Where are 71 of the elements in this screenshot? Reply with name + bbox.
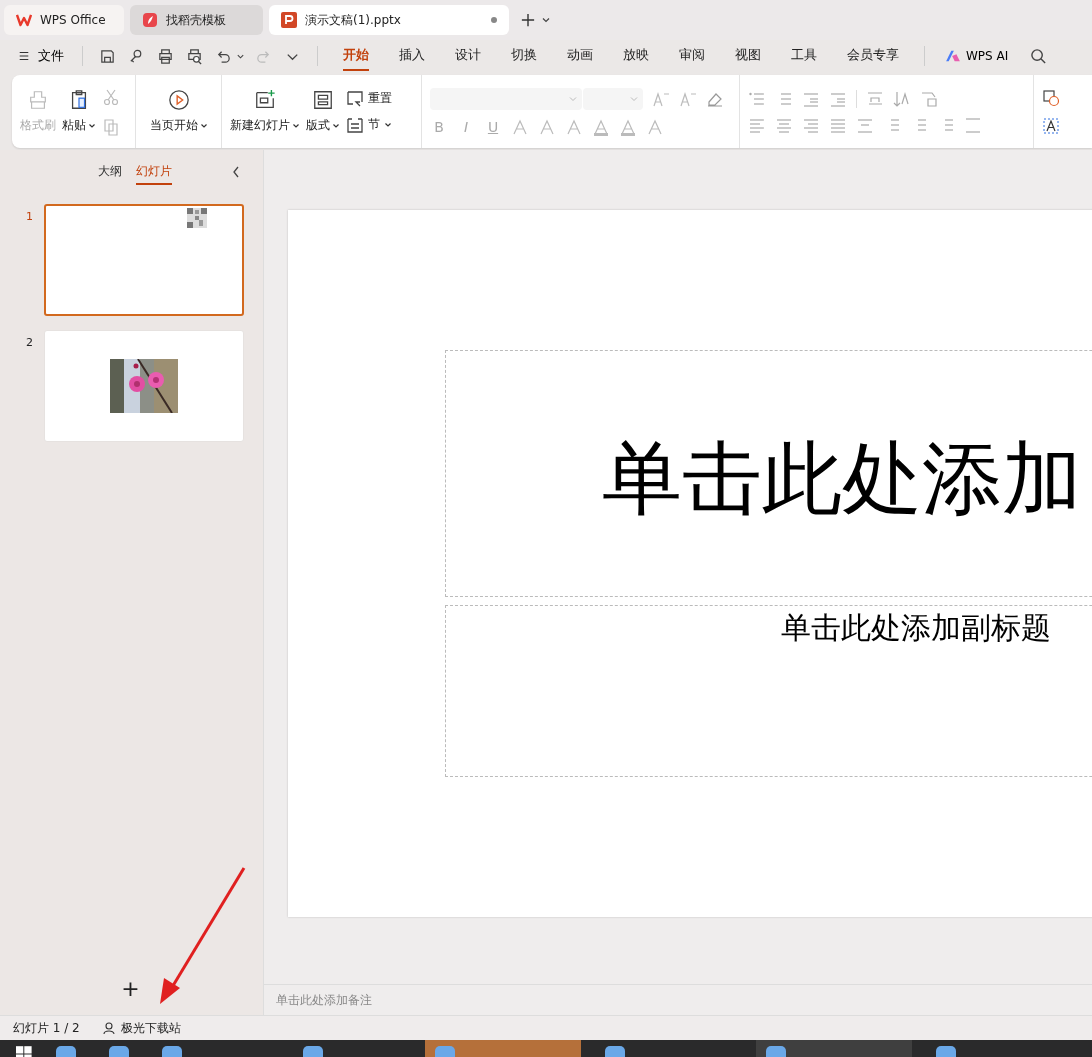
collapse-icon[interactable] — [231, 165, 241, 179]
windows-start-icon[interactable] — [16, 1046, 32, 1057]
caret-icon — [292, 121, 300, 130]
reset-icon — [346, 89, 364, 108]
title-placeholder[interactable]: 单击此处添加 — [445, 350, 1092, 597]
section-button[interactable]: 节 — [346, 115, 392, 134]
ai-logo-icon — [945, 50, 961, 62]
sort-icon[interactable] — [893, 89, 911, 108]
save-icon[interactable] — [99, 47, 116, 65]
panel-tab[interactable]: 大纲 — [97, 159, 122, 185]
file-menu-button[interactable]: 文件 — [14, 47, 68, 65]
menu-icon — [18, 50, 30, 62]
print-icon[interactable] — [157, 47, 174, 65]
new-tab-icon[interactable] — [521, 13, 535, 27]
ribbon-tab[interactable]: 视图 — [735, 41, 761, 71]
wps-logo-icon — [16, 12, 32, 28]
qr-code-icon — [187, 208, 207, 228]
play-icon — [167, 89, 190, 111]
reset-button[interactable]: 重置 — [346, 89, 392, 108]
ribbon-tab[interactable]: 放映 — [623, 41, 649, 71]
caret-icon — [88, 121, 96, 130]
layout-button[interactable]: 版式 — [306, 89, 340, 134]
notes-placeholder: 单击此处添加备注 — [276, 991, 372, 1009]
slide-title: 单击此处添加 — [602, 430, 1082, 527]
ribbon-tab[interactable]: 会员专享 — [847, 41, 899, 71]
user-icon — [101, 1021, 116, 1035]
copy-icon[interactable] — [102, 117, 120, 136]
slide-number: 1 — [26, 209, 34, 225]
play-from-current-button[interactable]: 当页开始 — [149, 89, 208, 134]
taskbar-button[interactable] — [755, 1040, 912, 1057]
subtitle-placeholder[interactable]: 单击此处添加副标题 — [445, 605, 1092, 777]
leaf-logo-icon — [142, 12, 158, 28]
caret-icon — [332, 121, 340, 130]
shape-icon[interactable] — [1042, 88, 1060, 107]
wps-ai-button[interactable]: WPS AI — [939, 48, 1015, 64]
unsaved-dot-icon — [491, 17, 497, 23]
font-size-field[interactable] — [583, 87, 643, 110]
document-tab[interactable]: 找稻壳模板 — [130, 5, 263, 35]
slide-number: 2 — [26, 335, 34, 351]
ribbon-tab[interactable]: 开始 — [343, 41, 369, 71]
slide-subtitle: 单击此处添加副标题 — [781, 609, 1051, 647]
ribbon-tab[interactable]: 动画 — [567, 41, 593, 71]
ribbon-tab[interactable]: 工具 — [791, 41, 817, 71]
panel-tab[interactable]: 幻灯片 — [135, 159, 172, 185]
text-underline-icon[interactable] — [866, 89, 884, 108]
ribbon-tab[interactable]: 插入 — [399, 41, 425, 71]
add-slide-button[interactable]: + — [115, 976, 146, 1001]
caret-icon — [199, 121, 208, 130]
presentation-file-icon — [281, 12, 297, 28]
search-icon[interactable] — [1030, 47, 1048, 65]
text-box-icon[interactable] — [1042, 116, 1060, 135]
layout-icon — [312, 89, 334, 111]
paste-button[interactable]: 粘贴 — [62, 89, 96, 134]
chevron-down-icon[interactable] — [541, 15, 551, 25]
ribbon-tab[interactable]: 设计 — [455, 41, 481, 71]
section-icon — [346, 115, 364, 134]
brush-icon — [27, 89, 49, 111]
document-tab[interactable]: WPS Office — [4, 5, 124, 35]
account-button[interactable]: 极光下载站 — [101, 1019, 181, 1037]
font-name-field[interactable] — [430, 87, 582, 110]
ribbon-tab[interactable]: 审阅 — [679, 41, 705, 71]
caret-icon — [384, 120, 392, 129]
ribbon-tab[interactable]: 切换 — [511, 41, 537, 71]
paragraph-icon[interactable] — [964, 115, 982, 134]
document-tab[interactable]: 演示文稿(1).pptx — [269, 5, 509, 35]
print-preview-icon[interactable] — [186, 47, 203, 65]
scissors-icon[interactable] — [102, 87, 120, 106]
slide-count: 幻灯片 1 / 2 — [13, 1019, 80, 1037]
new-slide-icon — [254, 89, 276, 111]
slide-thumbnail[interactable] — [44, 204, 244, 316]
new-slide-button[interactable]: 新建幻灯片 — [230, 89, 300, 134]
